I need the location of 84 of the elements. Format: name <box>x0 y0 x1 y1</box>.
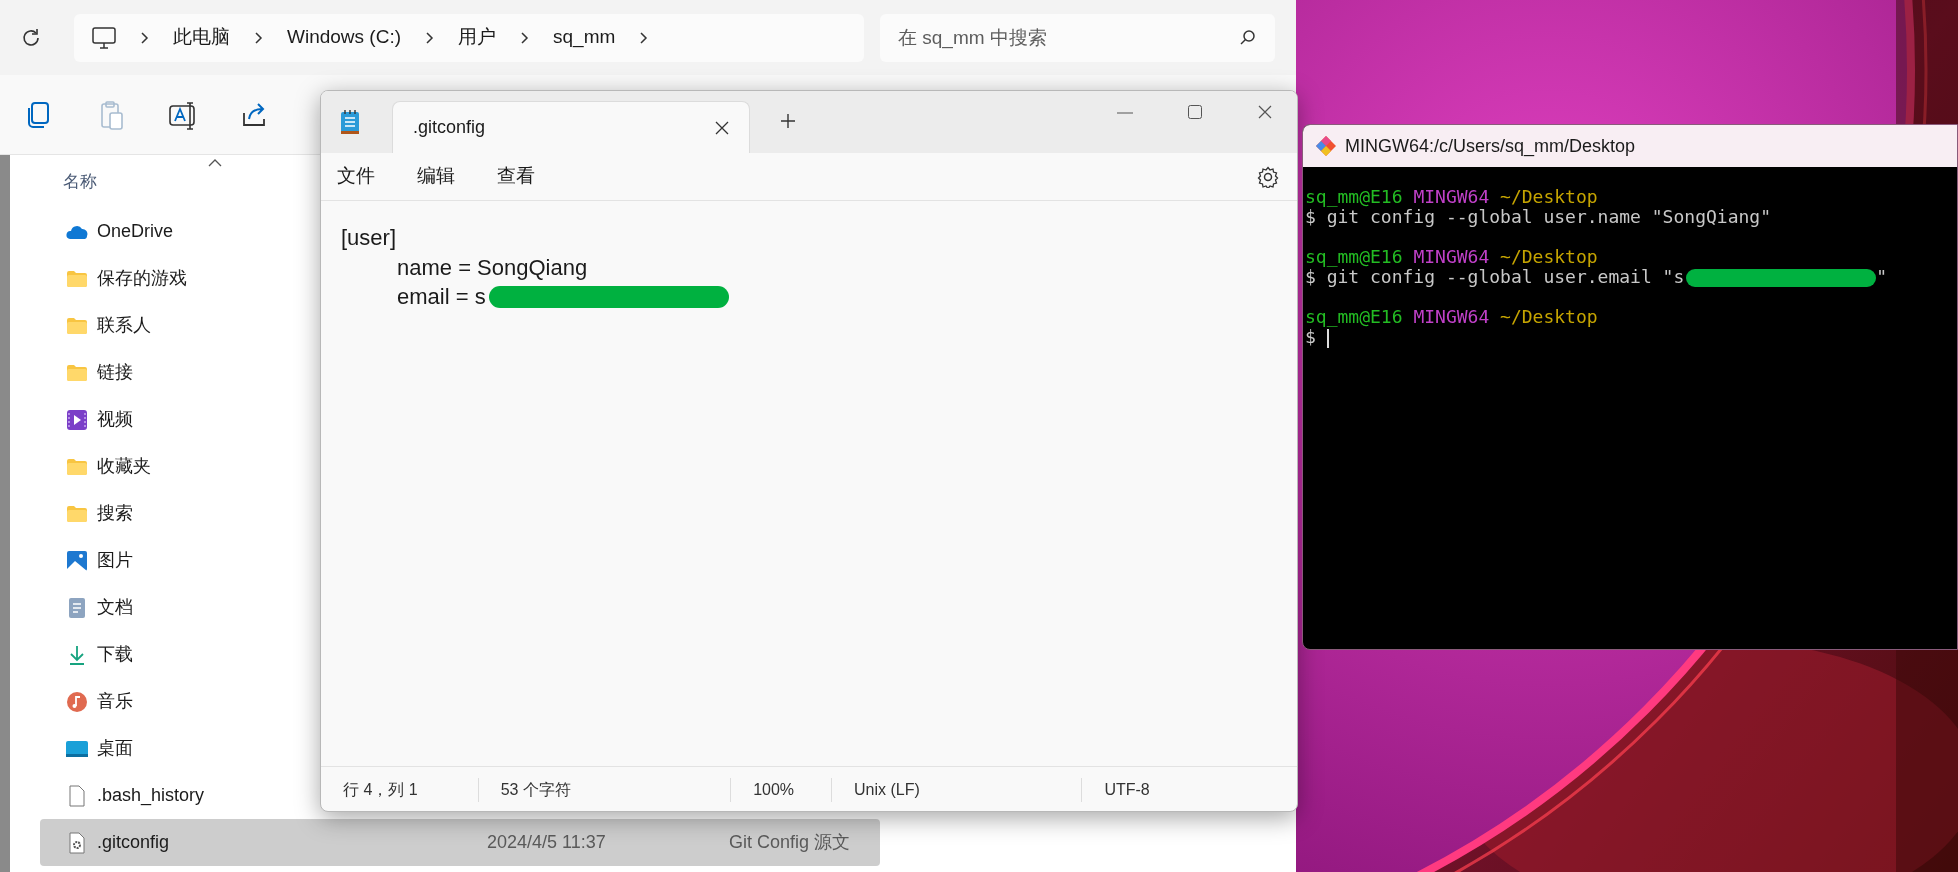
tab[interactable]: .gitconfig <box>392 101 750 153</box>
text-line: name = SongQiang <box>396 253 589 282</box>
file-name: 搜索 <box>97 502 133 525</box>
chevron-icon <box>140 31 149 44</box>
file-name: 链接 <box>97 361 133 384</box>
file-date: 2024/4/5 11:37 <box>487 831 606 854</box>
breadcrumb[interactable]: 用户 <box>458 23 496 52</box>
file-row[interactable]: OneDrive <box>40 208 315 255</box>
chevron-icon <box>425 31 434 44</box>
file-row[interactable]: 桌面 <box>40 725 315 772</box>
file-name: 文档 <box>97 596 133 619</box>
new-tab-icon[interactable] <box>780 113 796 129</box>
file-name: 下载 <box>97 643 133 666</box>
file-row[interactable]: 音乐 <box>40 678 315 725</box>
file-name: OneDrive <box>97 220 174 243</box>
address-bar[interactable]: 此电脑 Windows (C:) 用户 sq_mm <box>74 13 864 62</box>
menu-item[interactable]: 查看 <box>497 162 535 191</box>
file-row[interactable]: 保存的游戏 <box>40 255 315 302</box>
file-row[interactable]: 链接 <box>40 349 315 396</box>
command-line: $ git config --global user.email "s <box>1305 266 1685 287</box>
sort-caret-icon <box>208 159 222 167</box>
status-item: 53 个字符 <box>478 777 732 802</box>
file-row[interactable]: 搜索 <box>40 490 315 537</box>
text-line: [user] <box>341 224 398 252</box>
file-name: 保存的游戏 <box>97 267 187 290</box>
command-line: " <box>1876 266 1888 287</box>
prompt-user: sq_mm@E16 <box>1305 246 1403 267</box>
file-name: .bash_history <box>97 784 205 808</box>
prompt-env: MINGW64 <box>1413 306 1490 327</box>
video-icon <box>65 407 89 432</box>
text-line: email = s <box>397 283 486 312</box>
search-field[interactable]: 在 sq_mm 中搜索 <box>880 13 1275 62</box>
file-row[interactable]: 下载 <box>40 631 315 678</box>
file-row[interactable]: 视频 <box>40 396 315 443</box>
image-icon <box>65 548 89 573</box>
settings-icon[interactable] <box>1257 165 1279 188</box>
status-item: 行 4，列 1 <box>321 777 479 802</box>
tab-title: .gitconfig <box>413 116 486 139</box>
search-icon[interactable] <box>1239 28 1257 47</box>
close-icon[interactable] <box>1258 105 1272 119</box>
prompt-env: MINGW64 <box>1413 186 1490 207</box>
prompt-user: sq_mm@E16 <box>1305 186 1403 207</box>
column-header[interactable]: 名称 <box>63 168 97 195</box>
music-icon <box>65 689 89 714</box>
file-row[interactable]: 收藏夹 <box>40 443 315 490</box>
status-item: Unix (LF) <box>831 777 1083 802</box>
file-name: 视频 <box>97 408 133 431</box>
chevron-icon <box>520 31 529 44</box>
file-row[interactable]: 图片 <box>40 537 315 584</box>
prompt-path: ~/Desktop <box>1500 246 1598 267</box>
file-type: Git Config 源文 <box>729 831 851 854</box>
maximize-icon[interactable] <box>1188 105 1202 119</box>
file-row[interactable]: .gitconfig 2024/4/5 11:37 Git Config 源文 <box>40 819 880 866</box>
prompt-path: ~/Desktop <box>1500 186 1598 207</box>
notepad-icon <box>339 109 361 135</box>
git-logo-icon <box>1315 135 1337 157</box>
file-row[interactable]: .bash_history <box>40 772 315 819</box>
file-name: 图片 <box>97 549 133 572</box>
computer-icon <box>92 26 116 49</box>
prompt-env: MINGW64 <box>1413 246 1490 267</box>
command-line: $ git config --global user.name "SongQiang" <box>1305 206 1771 227</box>
chevron-icon <box>639 31 649 44</box>
file-name: 音乐 <box>97 690 133 713</box>
prompt-user: sq_mm@E16 <box>1305 306 1403 327</box>
file-name: 联系人 <box>97 314 151 337</box>
file-row[interactable]: 文档 <box>40 584 315 631</box>
menu-item[interactable]: 文件 <box>337 162 375 191</box>
file-row[interactable]: 联系人 <box>40 302 315 349</box>
status-item: UTF-8 <box>1103 779 1151 800</box>
menu-item[interactable]: 编辑 <box>417 162 455 191</box>
breadcrumb[interactable]: 此电脑 <box>173 23 230 52</box>
file-name: 收藏夹 <box>97 455 151 478</box>
breadcrumb[interactable]: sq_mm <box>553 23 616 52</box>
status-item: 100% <box>731 777 832 802</box>
breadcrumb[interactable]: Windows (C:) <box>287 23 401 52</box>
file-name: .gitconfig <box>97 831 170 854</box>
prompt-path: ~/Desktop <box>1500 306 1598 327</box>
close-icon[interactable] <box>715 120 729 135</box>
file-name: 桌面 <box>97 737 133 760</box>
window-title: MINGW64:/c/Users/sq_mm/Desktop <box>1345 134 1636 159</box>
scrollbar[interactable] <box>0 155 10 872</box>
chevron-icon <box>254 31 263 44</box>
command-line: $ <box>1305 326 1316 347</box>
refresh-icon[interactable] <box>20 26 42 49</box>
